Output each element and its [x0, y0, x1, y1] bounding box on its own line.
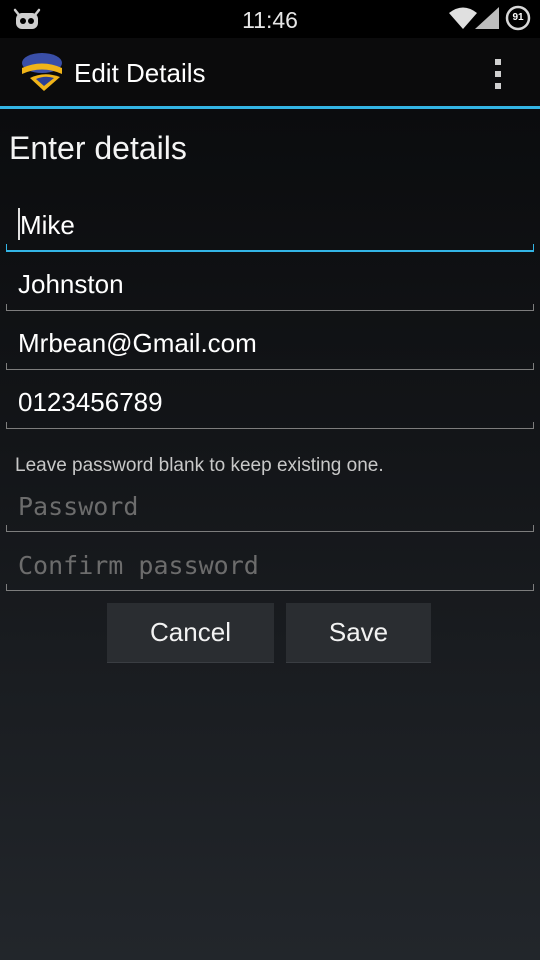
password-field[interactable]: Password — [6, 484, 534, 532]
password-placeholder: Password — [18, 492, 139, 521]
first-name-value: Mike — [20, 210, 75, 240]
edit-details-form: Enter details Mike Johnston Mrbean@Gmail… — [0, 109, 540, 960]
confirm-password-field[interactable]: Confirm password — [6, 543, 534, 591]
email-field[interactable]: Mrbean@Gmail.com — [6, 322, 534, 370]
status-bar: 11:46 91 — [0, 0, 540, 38]
phone-field[interactable]: 0123456789 — [6, 381, 534, 429]
battery-level: 91 — [512, 12, 524, 23]
overflow-menu-icon[interactable] — [482, 54, 514, 94]
email-value: Mrbean@Gmail.com — [18, 328, 257, 358]
phone-value: 0123456789 — [18, 387, 163, 417]
first-name-field[interactable]: Mike — [6, 204, 534, 252]
last-name-value: Johnston — [18, 269, 124, 299]
wifi-icon — [449, 7, 477, 29]
page-title: Enter details — [9, 130, 187, 166]
signal-icon — [475, 7, 499, 29]
confirm-password-placeholder: Confirm password — [18, 551, 259, 580]
app-logo-icon[interactable] — [18, 51, 66, 97]
action-bar: Edit Details — [0, 38, 540, 106]
last-name-field[interactable]: Johnston — [6, 263, 534, 311]
save-button[interactable]: Save — [286, 603, 431, 663]
cancel-button[interactable]: Cancel — [107, 603, 274, 663]
password-hint: Leave password blank to keep existing on… — [15, 455, 384, 476]
screen-title: Edit Details — [74, 58, 206, 88]
